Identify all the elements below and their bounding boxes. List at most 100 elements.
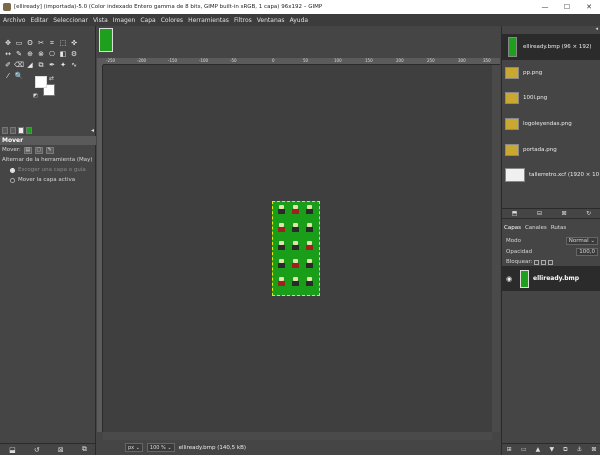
- sprite-figure: [278, 241, 285, 250]
- menu-colores[interactable]: Colores: [161, 17, 183, 24]
- delete-options-icon[interactable]: ⊠: [58, 446, 64, 454]
- image-list-label: portada.png: [523, 146, 557, 153]
- tool-options-tab-icon[interactable]: [2, 127, 8, 134]
- paintbrush-tool-icon[interactable]: ⎔: [47, 49, 57, 59]
- rect-select-tool-icon[interactable]: ▭: [14, 38, 24, 48]
- image-list-item[interactable]: pp.png: [502, 60, 600, 86]
- anchor-layer-icon[interactable]: ⚓: [577, 446, 582, 453]
- zoom-tool-icon[interactable]: 🔍: [14, 71, 24, 81]
- menu-capa[interactable]: Capa: [140, 17, 155, 24]
- sprite-image[interactable]: [272, 201, 320, 296]
- visibility-eye-icon[interactable]: ◉: [506, 275, 516, 283]
- menu-herramientas[interactable]: Herramientas: [188, 17, 229, 24]
- vertical-scrollbar[interactable]: [492, 65, 500, 432]
- swap-colors-icon[interactable]: ⇄: [49, 75, 54, 82]
- move-layer-mode-icon[interactable]: ▤: [23, 146, 32, 154]
- right-dock: ◂ elliready.bmp (96 × 192) pp.png 100l.p…: [501, 26, 600, 455]
- image-tab-elliready[interactable]: [99, 28, 113, 52]
- foreground-color-swatch[interactable]: [35, 76, 47, 88]
- image-list-item[interactable]: logoleyendas.png: [502, 111, 600, 137]
- color-picker-tool-icon[interactable]: ⁄: [3, 71, 13, 81]
- image-list-item[interactable]: tallerretro.xcf (1920 × 10: [502, 162, 600, 188]
- duplicate-layer-icon[interactable]: ⧉: [563, 446, 567, 454]
- new-group-icon[interactable]: ▭: [521, 446, 527, 453]
- new-display-icon[interactable]: ⊟: [537, 210, 542, 217]
- mode-select[interactable]: Normal ⌄: [565, 237, 598, 245]
- eraser-tool-icon[interactable]: ◧: [58, 49, 68, 59]
- pick-layer-radio[interactable]: [10, 167, 15, 173]
- text-tool-icon[interactable]: ✎: [14, 49, 24, 59]
- menu-ventanas[interactable]: Ventanas: [257, 17, 285, 24]
- opacity-input[interactable]: 100,0: [576, 248, 598, 256]
- tab-menu-icon[interactable]: ◂: [91, 127, 94, 134]
- reset-colors-icon[interactable]: ◩: [33, 93, 38, 99]
- lock-pixels-icon[interactable]: [534, 259, 540, 265]
- undo-history-tab-icon[interactable]: [18, 127, 24, 134]
- maximize-button[interactable]: ☐: [556, 0, 578, 14]
- images-tab-icon[interactable]: [26, 127, 32, 134]
- menu-archivo[interactable]: Archivo: [3, 17, 25, 24]
- raise-display-icon[interactable]: ⬒: [512, 210, 518, 217]
- layer-row[interactable]: ◉ elliready.bmp: [502, 266, 600, 291]
- raise-layer-icon[interactable]: ▲: [536, 446, 541, 453]
- smudge-tool-icon[interactable]: ✒: [47, 60, 57, 70]
- horizontal-scrollbar[interactable]: [103, 432, 492, 440]
- move-active-layer-radio[interactable]: [10, 177, 15, 183]
- ink-tool-icon[interactable]: ✐: [3, 60, 13, 70]
- unit-select[interactable]: px ⌄: [125, 443, 143, 452]
- image-thumbnail: [508, 36, 517, 57]
- menu-imagen[interactable]: Imagen: [113, 17, 136, 24]
- pick-layer-label: Escoger una capa o guía: [18, 167, 86, 173]
- scissors-tool-icon[interactable]: ✂: [36, 38, 46, 48]
- close-button[interactable]: ✕: [578, 0, 600, 14]
- lower-layer-icon[interactable]: ▼: [549, 446, 554, 453]
- move-tool-icon[interactable]: ✥: [3, 38, 13, 48]
- gradient-tool-icon[interactable]: ⊗: [36, 49, 46, 59]
- layers-tabs: Capas Canales Rutas: [502, 223, 600, 232]
- menu-seleccionar[interactable]: Seleccionar: [53, 17, 88, 24]
- delete-layer-icon[interactable]: ⊠: [591, 446, 596, 453]
- device-status-tab-icon[interactable]: [10, 127, 16, 134]
- save-options-icon[interactable]: ⬓: [9, 446, 16, 454]
- tab-canales[interactable]: Canales: [525, 225, 547, 231]
- lock-position-icon[interactable]: [541, 259, 547, 265]
- status-bar: px ⌄ 100 % ⌄ elliready.bmp (140,5 kB): [97, 440, 500, 455]
- perspective-clone-tool-icon[interactable]: ⧉: [36, 60, 46, 70]
- zoom-select[interactable]: 100 % ⌄: [146, 443, 175, 452]
- flip-tool-icon[interactable]: ↔: [3, 49, 13, 59]
- crop-tool-icon[interactable]: ⌗: [47, 38, 57, 48]
- ruler-tick: 100: [334, 58, 342, 63]
- sprite-figure: [306, 259, 313, 268]
- dock-menu-icon[interactable]: ◂: [595, 26, 598, 32]
- reset-options-icon[interactable]: ⧉: [82, 445, 87, 454]
- restore-options-icon[interactable]: ↺: [34, 446, 40, 454]
- refresh-icon[interactable]: ↻: [586, 210, 591, 217]
- menu-ayuda[interactable]: Ayuda: [290, 17, 309, 24]
- image-list-item[interactable]: 100l.png: [502, 85, 600, 111]
- menu-editar[interactable]: Editar: [30, 17, 48, 24]
- minimize-button[interactable]: —: [534, 0, 556, 14]
- move-selection-mode-icon[interactable]: ▢: [34, 146, 43, 154]
- warp-tool-icon[interactable]: ✜: [69, 38, 79, 48]
- horizontal-ruler[interactable]: -250 -200 -150 -100 -50 0 50 100 150 200…: [103, 58, 500, 65]
- delete-image-icon[interactable]: ⊠: [562, 210, 567, 217]
- menu-vista[interactable]: Vista: [93, 17, 108, 24]
- heal-tool-icon[interactable]: ◢: [25, 60, 35, 70]
- paths-tool-icon[interactable]: ∿: [69, 60, 79, 70]
- tab-capas[interactable]: Capas: [504, 225, 521, 231]
- image-list-item[interactable]: elliready.bmp (96 × 192): [502, 34, 600, 60]
- lock-alpha-icon[interactable]: [548, 259, 554, 265]
- move-path-mode-icon[interactable]: ✎: [45, 146, 54, 154]
- clone-tool-icon[interactable]: ⌫: [14, 60, 24, 70]
- tab-rutas[interactable]: Rutas: [551, 225, 566, 231]
- lasso-tool-icon[interactable]: ʘ: [25, 38, 35, 48]
- dodge-burn-tool-icon[interactable]: ✦: [58, 60, 68, 70]
- sprite-figure: [292, 241, 299, 250]
- new-layer-icon[interactable]: ⊞: [507, 446, 512, 453]
- bucket-fill-tool-icon[interactable]: ⊕: [25, 49, 35, 59]
- image-list-item[interactable]: portada.png: [502, 137, 600, 163]
- image-thumbnail: [505, 168, 525, 183]
- airbrush-tool-icon[interactable]: ⚙: [69, 49, 79, 59]
- menu-filtros[interactable]: Filtros: [234, 17, 252, 24]
- unified-transform-tool-icon[interactable]: ⬚: [58, 38, 68, 48]
